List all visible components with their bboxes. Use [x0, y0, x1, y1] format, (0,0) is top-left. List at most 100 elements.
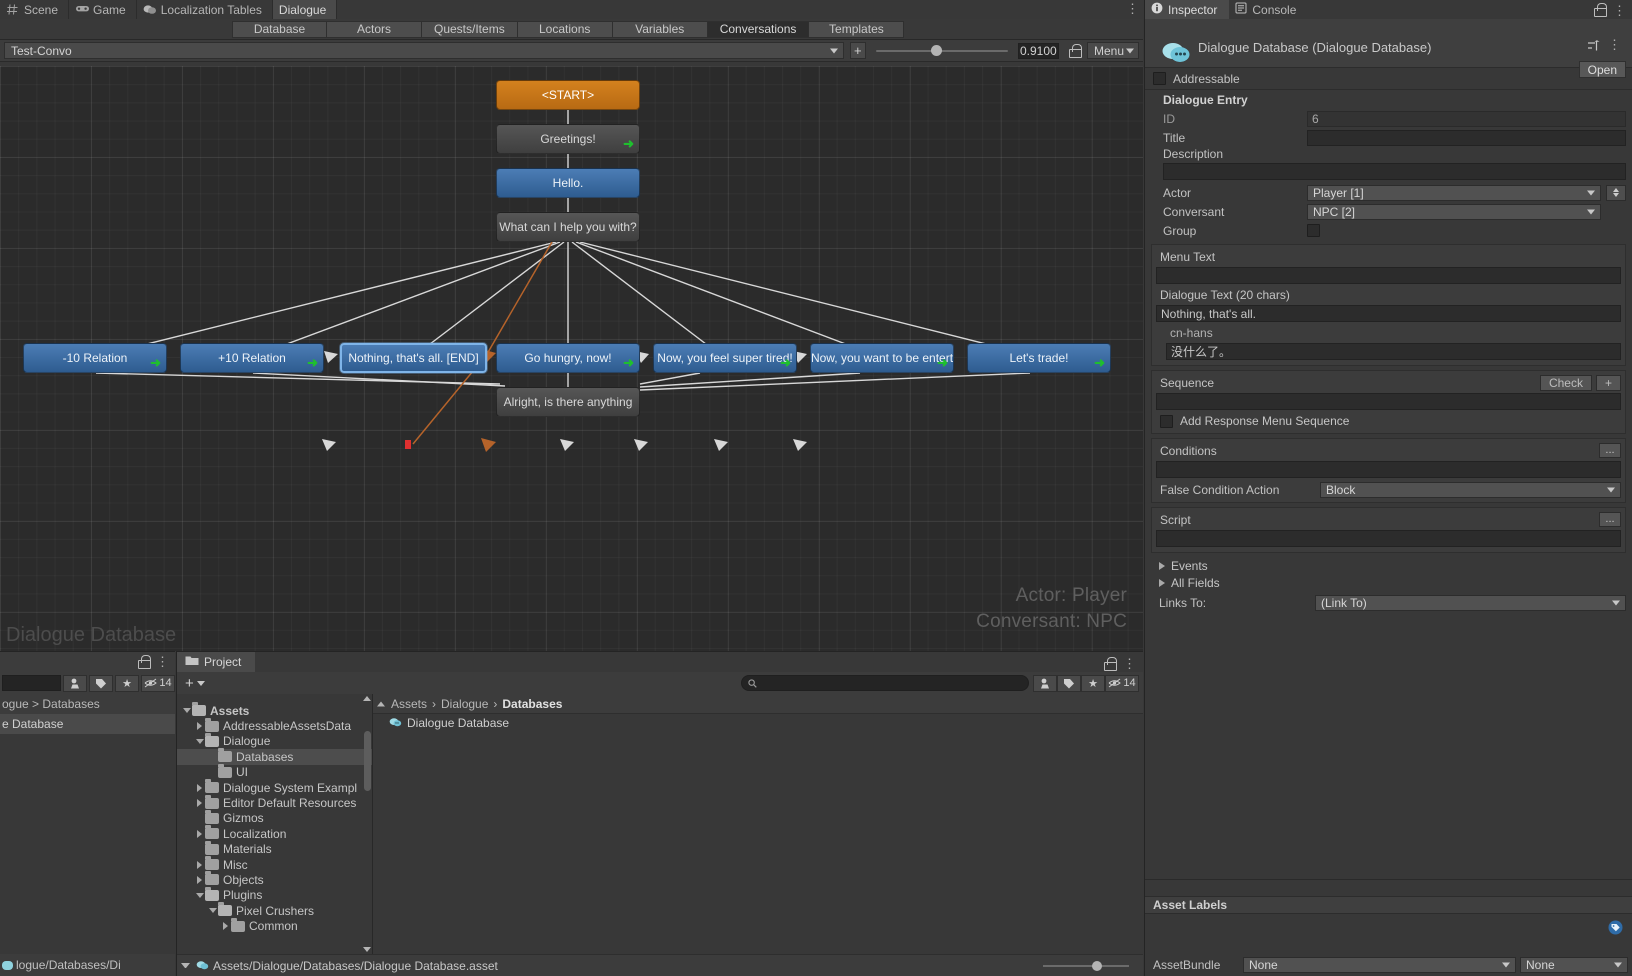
tree-item[interactable]: UI: [177, 763, 372, 780]
open-button[interactable]: Open: [1578, 61, 1626, 78]
dialogue-node-lets-trade[interactable]: Let's trade! ➜: [967, 343, 1111, 373]
foldout-all-fields[interactable]: All Fields: [1151, 574, 1626, 591]
conditions-options-button[interactable]: ...: [1599, 443, 1621, 458]
chevron-down-icon[interactable]: [194, 738, 205, 744]
icon-size-slider-handle[interactable]: [1092, 960, 1102, 971]
field-description-input[interactable]: [1163, 163, 1626, 180]
false-condition-action-dropdown[interactable]: Block: [1320, 481, 1621, 498]
filter-by-type-icon[interactable]: [1033, 674, 1057, 692]
tree-item[interactable]: Pixel Crushers: [177, 902, 372, 918]
breadcrumb-dialogue[interactable]: Dialogue: [441, 697, 488, 711]
create-asset-button[interactable]: +: [181, 675, 209, 692]
chevron-right-icon[interactable]: [194, 829, 205, 838]
project-search-input[interactable]: [741, 675, 1029, 691]
sequence-input[interactable]: [1156, 393, 1621, 410]
tab-variables[interactable]: Variables: [612, 20, 708, 38]
dialogue-node-super-tired[interactable]: Now, you feel super tired! ➜: [653, 343, 797, 373]
lock-icon[interactable]: [1593, 3, 1607, 17]
project-menu-kebab-icon[interactable]: ⋮: [1123, 656, 1136, 672]
tree-item[interactable]: Gizmos: [177, 809, 372, 826]
add-conversation-button[interactable]: +: [850, 42, 866, 59]
inspector-preset-icon[interactable]: [1587, 39, 1600, 55]
tree-item[interactable]: Localization: [177, 825, 372, 841]
dialogue-node-minus10-relation[interactable]: -10 Relation ➜: [23, 343, 167, 373]
inspector-header-kebab-icon[interactable]: ⋮: [1608, 37, 1621, 53]
dialogue-node-what-can-i-help[interactable]: What can I help you with?: [496, 212, 640, 242]
scroll-up-icon[interactable]: [377, 701, 385, 706]
chevron-right-icon[interactable]: [194, 799, 205, 808]
dialogue-node-nothing-thats-all[interactable]: Nothing, that's all. [END]: [340, 343, 487, 373]
script-input[interactable]: [1156, 530, 1621, 547]
clipped-search-input[interactable]: [2, 675, 61, 691]
clipped-breadcrumb[interactable]: ogue > Databases: [0, 694, 175, 714]
chevron-right-icon[interactable]: [194, 783, 205, 792]
chevron-right-icon[interactable]: [194, 722, 205, 731]
field-title-input[interactable]: [1307, 129, 1626, 146]
dialogue-node-start[interactable]: <START>: [496, 80, 640, 110]
tree-item[interactable]: Dialogue: [177, 732, 372, 749]
tree-item[interactable]: AddressableAssetsData: [177, 717, 372, 733]
dialogue-node-plus10-relation[interactable]: +10 Relation ➜: [180, 343, 324, 373]
tab-database[interactable]: Database: [232, 20, 327, 38]
field-actor-dropdown[interactable]: Player [1]: [1307, 184, 1601, 201]
tree-item[interactable]: Editor Default Resources: [177, 794, 372, 810]
tab-quests-items[interactable]: Quests/Items: [422, 20, 518, 38]
filter-by-label-icon[interactable]: [1057, 674, 1081, 692]
tree-scroll-down-icon[interactable]: [363, 947, 371, 952]
links-to-dropdown[interactable]: (Link To): [1315, 594, 1626, 611]
tab-dialogue[interactable]: Dialogue: [272, 0, 338, 19]
dialogue-node-alright-is-there-anything[interactable]: Alright, is there anything: [496, 387, 640, 417]
favorites-star-icon[interactable]: ★: [115, 674, 139, 692]
dialogue-text-input[interactable]: Nothing, that's all.: [1156, 305, 1621, 322]
response-menu-sequence-checkbox[interactable]: [1160, 414, 1173, 428]
addressable-checkbox[interactable]: [1153, 72, 1166, 85]
tree-scrollbar[interactable]: [364, 695, 371, 954]
tree-item[interactable]: Plugins: [177, 886, 372, 903]
tree-item[interactable]: Common: [177, 917, 372, 933]
tab-localization-tables[interactable]: Localization Tables: [137, 0, 273, 19]
field-conversant-dropdown[interactable]: NPC [2]: [1307, 203, 1601, 220]
chevron-right-icon[interactable]: [194, 860, 205, 869]
breadcrumb-assets[interactable]: Assets: [391, 697, 427, 711]
clipped-asset-row[interactable]: e Database: [0, 714, 175, 734]
chevron-right-icon[interactable]: [194, 875, 205, 884]
zoom-slider[interactable]: [875, 42, 1008, 59]
label-tag-icon[interactable]: [1608, 920, 1623, 935]
script-options-button[interactable]: ...: [1599, 512, 1621, 527]
tab-game[interactable]: Game: [69, 0, 137, 19]
tree-item[interactable]: Materials: [177, 840, 372, 857]
conversation-node-canvas[interactable]: <START> Greetings! ➜ Hello. What can I he…: [0, 66, 1143, 651]
lock-icon[interactable]: [137, 655, 151, 669]
foldout-events[interactable]: Events: [1151, 557, 1626, 574]
zoom-slider-handle[interactable]: [930, 45, 942, 56]
favorites-star-icon[interactable]: ★: [1081, 674, 1105, 692]
tree-item[interactable]: Misc: [177, 856, 372, 872]
localization-text-input[interactable]: 没什么了。: [1166, 343, 1621, 360]
list-item[interactable]: Dialogue Database: [373, 714, 1143, 731]
project-asset-list[interactable]: Assets › Dialogue › Databases Dialogue D…: [373, 694, 1143, 954]
chevron-down-icon[interactable]: [194, 892, 205, 898]
tab-inspector[interactable]: Inspector: [1145, 0, 1230, 19]
tab-project[interactable]: Project: [177, 652, 256, 672]
actor-swap-stepper[interactable]: [1606, 184, 1626, 201]
project-folder-tree[interactable]: Assets AddressableAssetsData Dialogue Datab…: [177, 694, 373, 954]
status-collapse-icon[interactable]: [181, 963, 190, 968]
tab-locations[interactable]: Locations: [517, 20, 613, 38]
sequence-check-button[interactable]: Check: [1539, 374, 1592, 391]
conditions-input[interactable]: [1156, 461, 1621, 478]
tab-scene[interactable]: Scene: [0, 0, 70, 19]
chevron-down-icon[interactable]: [207, 908, 218, 914]
hidden-count-badge[interactable]: 14: [141, 674, 175, 692]
lock-icon[interactable]: [1068, 43, 1083, 58]
graph-menu-button[interactable]: Menu: [1087, 42, 1140, 59]
chevron-down-icon[interactable]: [181, 708, 192, 714]
panel-menu-kebab-icon[interactable]: ⋮: [156, 654, 169, 670]
filter-by-label-icon[interactable]: [89, 674, 113, 692]
dialogue-node-entertained[interactable]: Now, you want to be entert ➜: [810, 343, 954, 373]
lock-icon[interactable]: [1103, 657, 1117, 671]
dialogue-node-go-hungry[interactable]: Go hungry, now! ➜: [496, 343, 640, 373]
sequence-add-button[interactable]: +: [1595, 374, 1621, 391]
dialogue-node-greetings[interactable]: Greetings! ➜: [496, 124, 640, 154]
tree-item[interactable]: Dialogue System Exampl: [177, 779, 372, 795]
window-menu-kebab-icon[interactable]: ⋮: [1126, 2, 1139, 15]
